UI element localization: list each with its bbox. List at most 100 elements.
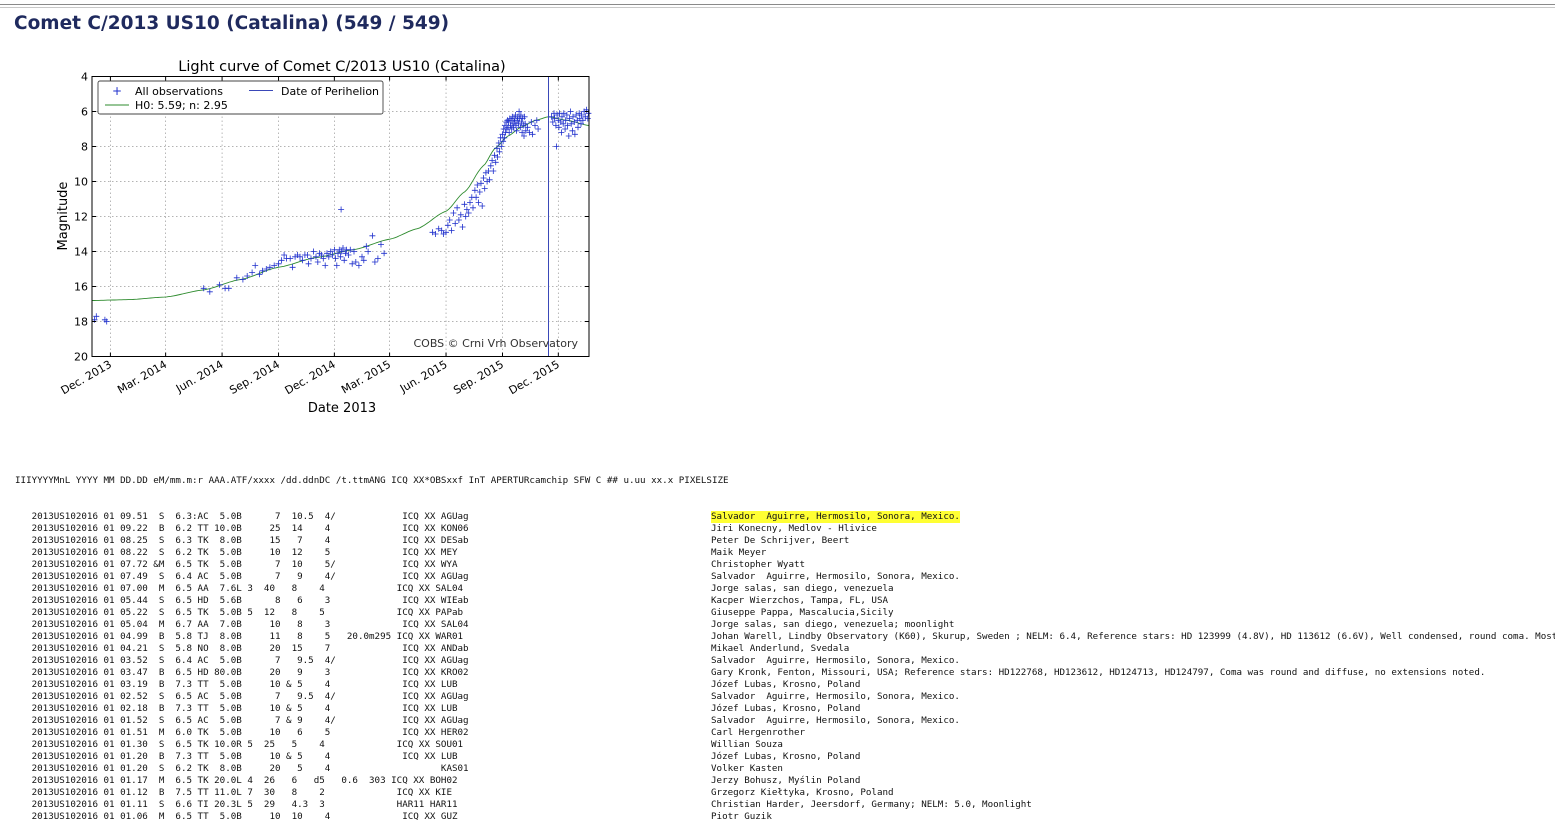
x-tick-label: Jun. 2014 (173, 358, 226, 396)
observation-record: 2013US102016 01 02.18 B 7.3 TT 5.0B 10 &… (15, 703, 458, 714)
observation-record: 2013US102016 01 07.49 S 6.4 AC 5.0B 7 9 … (15, 571, 469, 582)
observation-point (491, 152, 498, 159)
observer-info: Piotr Guzik (711, 811, 772, 822)
observation-row: 2013US102016 01 02.52 S 6.5 AC 5.0B 7 9.… (15, 691, 960, 703)
observation-row: 2013US102016 01 01.06 M 6.5 TT 5.0B 10 1… (15, 811, 772, 823)
observation-row: 2013US102016 01 09.51 S 6.3:AC 5.0B 7 10… (15, 511, 960, 523)
observation-point (369, 232, 376, 239)
observation-point (462, 213, 469, 220)
observer-info: Salvador Aguirre, Hermosilo, Sonora, Mex… (711, 571, 960, 582)
legend-label-fit: H0: 5.59; n: 2.95 (135, 99, 228, 112)
observation-record: 2013US102016 01 04.99 B 5.8 TJ 8.0B 11 8… (15, 631, 464, 642)
observer-info: Volker Kasten (711, 763, 783, 774)
fit-curve-layer (92, 116, 590, 301)
observation-record: 2013US102016 01 01.11 S 6.6 TI 20.3L 5 2… (15, 799, 458, 810)
fit-curve (92, 116, 590, 301)
observer-info: Jiri Konecny, Medlov - Hlivice (711, 523, 877, 534)
observation-point (470, 204, 476, 211)
observer-info: Józef Lubas, Krosno, Poland (711, 703, 861, 714)
x-tick-label: Dec. 2013 (59, 358, 114, 397)
observation-point (289, 264, 296, 271)
observation-record: 2013US102016 01 01.12 B 7.5 TT 11.0L 7 3… (15, 787, 452, 798)
observation-row: 2013US102016 01 01.11 S 6.6 TI 20.3L 5 2… (15, 799, 1032, 811)
observation-record: 2013US102016 01 03.47 B 6.5 HD 80.0B 20 … (15, 667, 469, 678)
observer-info: Willian Souza (711, 739, 783, 750)
observation-point (206, 288, 213, 295)
observer-info: Salvador Aguirre, Hermosilo, Sonora, Mex… (711, 715, 960, 726)
observation-point (558, 129, 565, 136)
observation-point (454, 204, 461, 211)
observation-point (239, 276, 246, 283)
observation-point (338, 206, 345, 213)
observation-point (345, 252, 352, 258)
y-axis-label: Magnitude (56, 182, 71, 251)
observation-record: 2013US102016 01 03.52 S 6.4 AC 5.0B 7 9.… (15, 655, 469, 666)
observation-point (535, 126, 542, 132)
observer-info: Carl Hergenrother (711, 727, 806, 738)
legend-marker-observations: + (112, 84, 122, 98)
observation-point (528, 119, 535, 125)
observation-point (371, 259, 378, 265)
observer-info: Gary Kronk, Fenton, Missouri, USA; Refer… (711, 667, 1486, 678)
observation-record: 2013US102016 01 02.52 S 6.5 AC 5.0B 7 9.… (15, 691, 469, 702)
x-tick-label: Mar. 2014 (115, 358, 169, 397)
observation-point (450, 210, 457, 216)
observation-point (448, 227, 455, 234)
observer-info: Peter De Schrijver, Beert (711, 535, 850, 546)
observation-point (305, 260, 312, 267)
observation-point (487, 162, 494, 169)
observation-point (429, 229, 436, 236)
observation-row: 2013US102016 01 01.20 S 6.2 TK 8.0B 20 5… (15, 763, 783, 775)
observation-point (475, 199, 482, 206)
observation-point (533, 117, 540, 124)
observation-row: 2013US102016 01 09.22 B 6.2 TT 10.0B 25 … (15, 523, 877, 535)
observation-point (532, 122, 538, 129)
observation-point (355, 262, 362, 269)
observer-info: Christian Harder, Jeersdorf, Germany; NE… (711, 799, 1032, 810)
x-tick-label: Jun. 2015 (397, 358, 450, 396)
observation-point (314, 259, 321, 265)
observation-point (341, 257, 348, 264)
observer-info: Jerzy Bohusz, Myślin Poland (711, 775, 861, 786)
observation-point (575, 124, 581, 131)
observation-point (363, 243, 370, 250)
observation-row: 2013US102016 01 05.44 S 6.5 HD 5.6B 8 6 … (15, 595, 888, 607)
chart-legend: + All observations Date of Perihelion H0… (97, 80, 384, 115)
observation-point (565, 133, 572, 139)
y-tick-label: 18 (74, 316, 88, 329)
observation-record: 2013US102016 01 07.72 &M 6.5 TK 5.0B 7 1… (15, 559, 458, 570)
observation-row: 2013US102016 01 01.52 S 6.5 AC 5.0B 7 & … (15, 715, 960, 727)
y-tick-label: 12 (74, 211, 88, 224)
observation-row: 2013US102016 01 01.17 M 6.5 TK 20.0L 4 2… (15, 775, 861, 787)
observation-record: 2013US102016 01 01.30 S 6.5 TK 10.0R 5 2… (15, 739, 464, 750)
observation-point (478, 180, 484, 187)
observation-point (459, 224, 466, 230)
x-tick-label: Sep. 2015 (451, 358, 506, 397)
observation-record: 2013US102016 01 01.20 S 6.2 TK 8.0B 20 5… (15, 763, 469, 774)
observation-record: 2013US102016 01 04.21 S 5.8 NO 8.0B 20 1… (15, 643, 469, 654)
observer-info: Kacper Wierzchos, Tampa, FL, USA (711, 595, 889, 606)
observation-point (216, 281, 223, 288)
legend-label-observations: All observations (135, 85, 223, 98)
observation-point (471, 187, 478, 194)
observation-point (322, 262, 329, 269)
observer-info: Grzegorz Kiełtyka, Krosno, Poland (711, 787, 894, 798)
observation-point (473, 194, 480, 201)
observation-record: 2013US102016 01 05.44 S 6.5 HD 5.6B 8 6 … (15, 595, 469, 606)
y-tick-label: 20 (74, 351, 88, 364)
observation-record: 2013US102016 01 01.17 M 6.5 TK 20.0L 4 2… (15, 775, 458, 786)
legend-label-perihelion: Date of Perihelion (281, 85, 379, 98)
observation-row: 2013US102016 01 04.21 S 5.8 NO 8.0B 20 1… (15, 643, 850, 655)
observation-point (479, 203, 486, 209)
y-tick-label: 16 (74, 281, 88, 294)
observation-record: 2013US102016 01 01.51 M 6.0 TK 5.0B 10 6… (15, 727, 469, 738)
observation-row: 2013US102016 01 08.25 S 6.3 TK 8.0B 15 7… (15, 535, 850, 547)
observer-info: Johan Warell, Lindby Observatory (K60), … (711, 631, 1555, 642)
observation-record: 2013US102016 01 09.51 S 6.3:AC 5.0B 7 10… (15, 511, 469, 522)
light-curve-chart: Light curve of Comet C/2013 US10 (Catali… (56, 59, 592, 416)
copyright-annotation: COBS © Crni Vrh Observatory (413, 337, 578, 350)
observation-points (91, 106, 592, 325)
observation-record: 2013US102016 01 09.22 B 6.2 TT 10.0B 25 … (15, 523, 469, 534)
observation-row: 2013US102016 01 01.20 B 7.3 TT 5.0B 10 &… (15, 751, 861, 763)
x-tick-label: Sep. 2014 (227, 358, 282, 397)
